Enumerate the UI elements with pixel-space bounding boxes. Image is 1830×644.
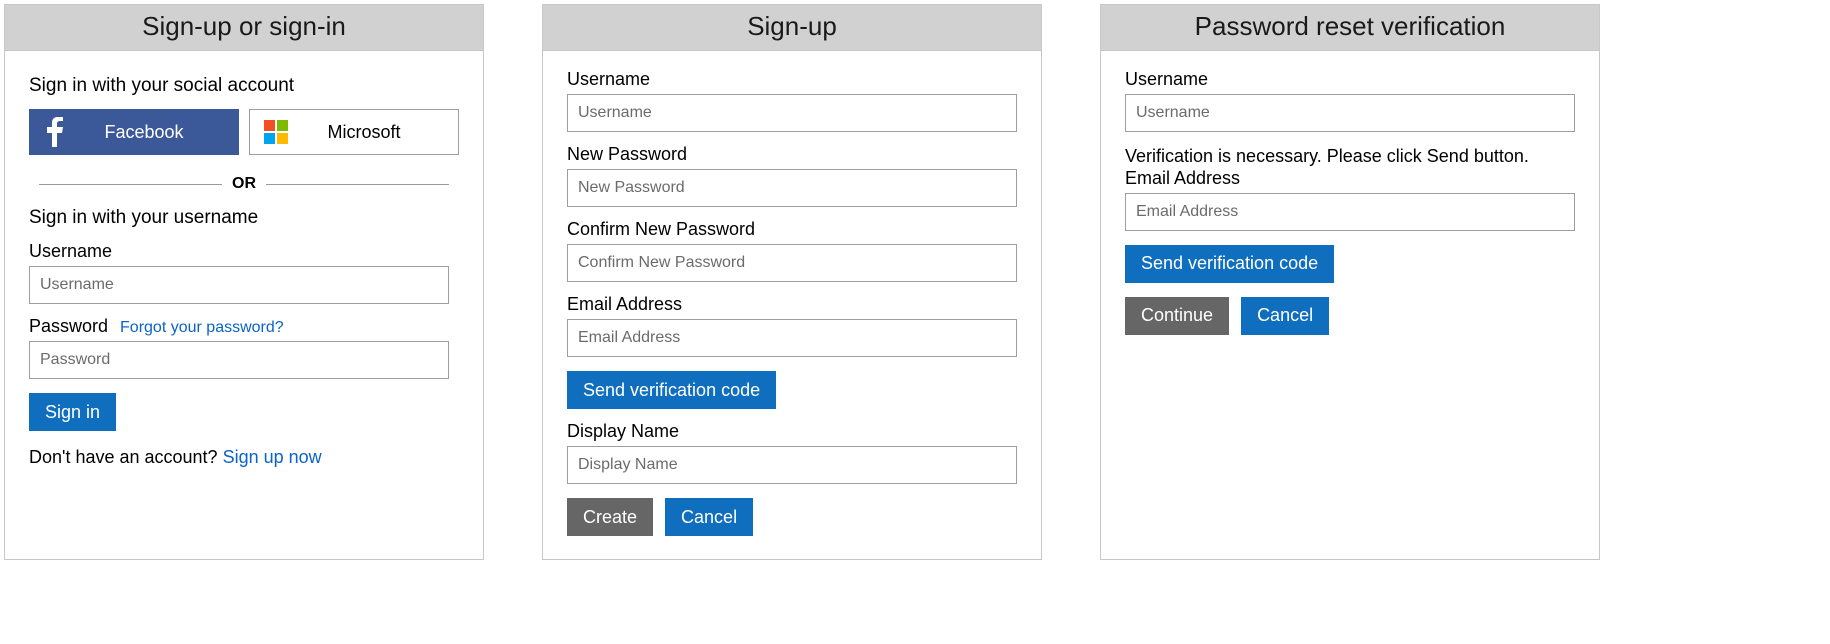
cancel-button[interactable]: Cancel xyxy=(665,498,753,536)
verification-text: Verification is necessary. Please click … xyxy=(1125,146,1575,168)
send-code-button[interactable]: Send verification code xyxy=(567,371,776,409)
microsoft-button[interactable]: Microsoft xyxy=(249,109,459,155)
microsoft-icon xyxy=(256,120,296,144)
panel-signup: Sign-up Username New Password Confirm Ne… xyxy=(542,4,1042,560)
display-name-input[interactable] xyxy=(567,446,1017,484)
new-password-label: New Password xyxy=(567,144,1017,165)
reset-username-label: Username xyxy=(1125,69,1575,90)
reset-email-input[interactable] xyxy=(1125,193,1575,231)
facebook-button-label: Facebook xyxy=(75,122,233,143)
email-input[interactable] xyxy=(567,319,1017,357)
password-label: Password xyxy=(29,316,108,337)
reset-cancel-button[interactable]: Cancel xyxy=(1241,297,1329,335)
display-name-label: Display Name xyxy=(567,421,1017,442)
reset-email-label: Email Address xyxy=(1125,168,1575,189)
or-divider: OR xyxy=(29,175,459,193)
reset-send-code-button[interactable]: Send verification code xyxy=(1125,245,1334,283)
forgot-password-link[interactable]: Forgot your password? xyxy=(120,319,284,337)
panel-reset: Password reset verification Username Ver… xyxy=(1100,4,1600,560)
panel-signin-title: Sign-up or sign-in xyxy=(5,5,483,51)
confirm-password-input[interactable] xyxy=(567,244,1017,282)
signin-button[interactable]: Sign in xyxy=(29,393,116,431)
panel-signup-title: Sign-up xyxy=(543,5,1041,51)
username-signin-heading: Sign in with your username xyxy=(29,207,459,229)
social-signin-heading: Sign in with your social account xyxy=(29,75,459,97)
email-label: Email Address xyxy=(567,294,1017,315)
reset-username-input[interactable] xyxy=(1125,94,1575,132)
username-label: Username xyxy=(29,241,459,262)
signup-username-input[interactable] xyxy=(567,94,1017,132)
create-button[interactable]: Create xyxy=(567,498,653,536)
no-account-text: Don't have an account? xyxy=(29,447,223,467)
username-input[interactable] xyxy=(29,266,449,304)
password-input[interactable] xyxy=(29,341,449,379)
panel-signin: Sign-up or sign-in Sign in with your soc… xyxy=(4,4,484,560)
microsoft-button-label: Microsoft xyxy=(296,122,452,143)
new-password-input[interactable] xyxy=(567,169,1017,207)
facebook-button[interactable]: Facebook xyxy=(29,109,239,155)
signup-username-label: Username xyxy=(567,69,1017,90)
facebook-icon xyxy=(35,117,75,147)
confirm-password-label: Confirm New Password xyxy=(567,219,1017,240)
signup-now-link[interactable]: Sign up now xyxy=(223,447,322,467)
continue-button[interactable]: Continue xyxy=(1125,297,1229,335)
panel-reset-title: Password reset verification xyxy=(1101,5,1599,51)
